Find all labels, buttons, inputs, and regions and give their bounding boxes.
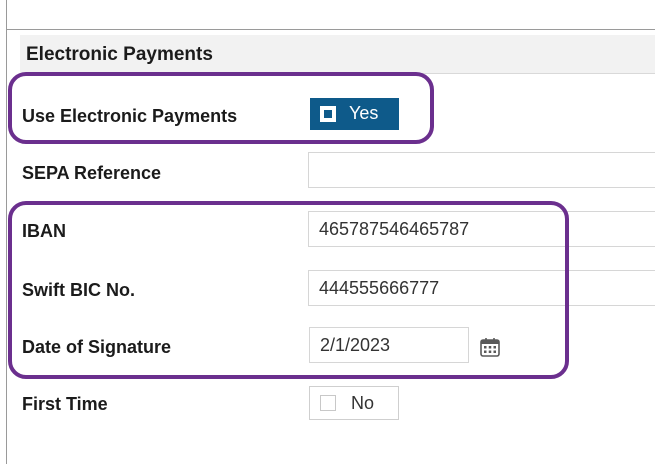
- first-time-label: First Time: [22, 394, 108, 414]
- section-header: Electronic Payments: [20, 35, 655, 74]
- date-of-signature-label: Date of Signature: [22, 337, 172, 357]
- checkbox-checked-icon: [320, 106, 336, 122]
- calendar-icon[interactable]: [479, 336, 501, 358]
- toggle-value: No: [351, 393, 375, 413]
- panel-left-border: [6, 0, 7, 464]
- swift-bic-label: Swift BIC No.: [22, 280, 135, 300]
- sepa-reference-input[interactable]: [308, 152, 655, 188]
- swift-bic-input[interactable]: 444555666777: [308, 270, 655, 306]
- panel-top-rule: [6, 29, 655, 30]
- toggle-value: Yes: [349, 103, 379, 123]
- use-electronic-payments-label: Use Electronic Payments: [22, 106, 238, 126]
- iban-input[interactable]: 465787546465787: [308, 211, 655, 247]
- first-time-toggle[interactable]: No: [309, 386, 399, 420]
- section-title: Electronic Payments: [26, 44, 213, 65]
- sepa-reference-label: SEPA Reference: [22, 163, 162, 183]
- use-electronic-payments-toggle[interactable]: Yes: [310, 98, 399, 130]
- checkbox-unchecked-icon: [320, 395, 336, 411]
- iban-label: IBAN: [22, 221, 66, 241]
- date-of-signature-input[interactable]: 2/1/2023: [309, 327, 469, 363]
